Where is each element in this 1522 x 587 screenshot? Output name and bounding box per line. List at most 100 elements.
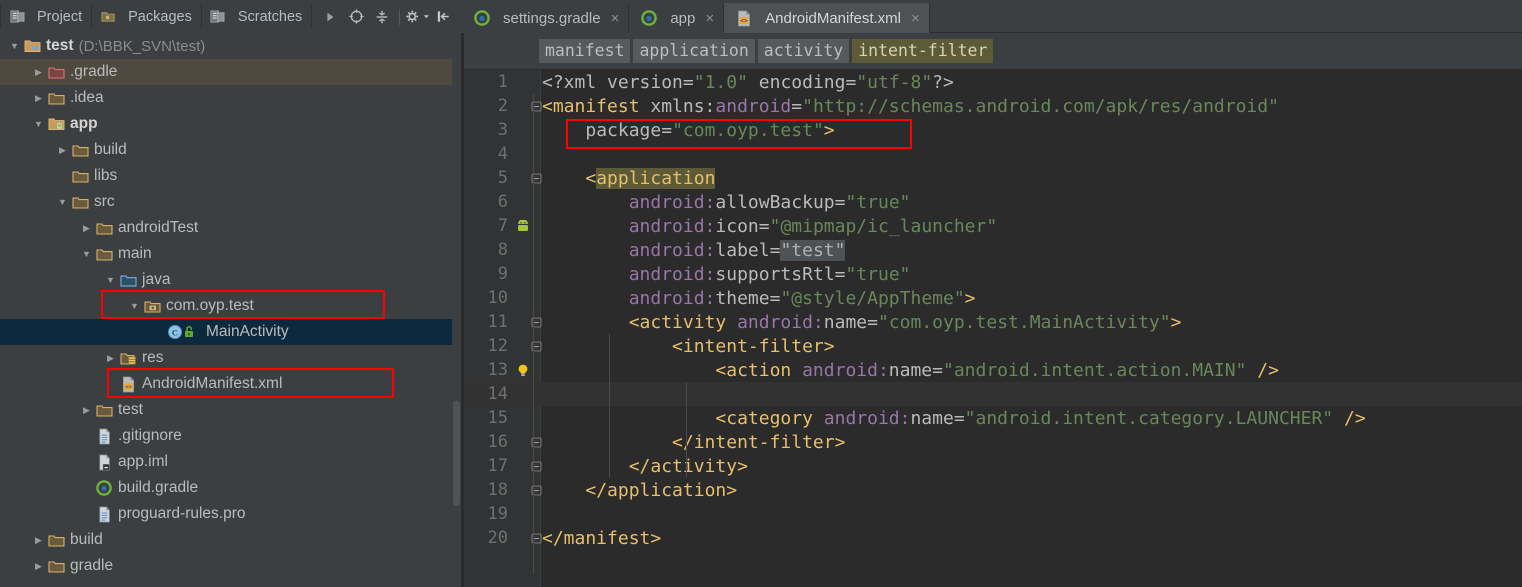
tree-node-main[interactable]: ▼ main (0, 241, 461, 267)
scrollbar-thumb[interactable] (453, 401, 460, 506)
tree-node-java[interactable]: ▼ java (0, 267, 461, 293)
breadcrumb-item-activity[interactable]: activity (757, 39, 850, 63)
chevron-down-icon[interactable]: ▼ (126, 301, 143, 311)
tree-node-com-oyp-test[interactable]: ▼ com.oyp.test (0, 293, 461, 319)
tree-node-androidmanifest-xml[interactable]: ▶ <> AndroidManifest.xml (0, 371, 461, 397)
gradle-icon (473, 10, 491, 26)
hide-panel-button[interactable] (431, 5, 455, 29)
crosshair-icon (349, 9, 364, 24)
code-line-9[interactable]: 9 android:supportsRtl="true" (464, 262, 1522, 286)
code-line-6[interactable]: 6 android:allowBackup="true" (464, 190, 1522, 214)
tree-node-mainactivity[interactable]: ▶ C MainActivity (0, 319, 461, 345)
chevron-down-icon[interactable]: ▼ (102, 275, 119, 285)
tool-tab-packages[interactable]: Packages (92, 4, 202, 29)
code-line-15[interactable]: 15 <category android:name="android.inten… (464, 406, 1522, 430)
code-line-4[interactable]: 4 (464, 142, 1522, 166)
project-tree-scrollbar[interactable] (452, 33, 461, 587)
tree-node-build-gradle[interactable]: ▶ build.gradle (0, 475, 461, 501)
android-studio-window: Project Packages Scratches settings.grad… (0, 0, 1522, 587)
packages-icon (99, 9, 117, 25)
code-line-13[interactable]: 13 <action android:name="android.intent.… (464, 358, 1522, 382)
chevron-right-icon[interactable]: ▶ (30, 67, 47, 78)
tree-node-libs[interactable]: ▶ libs (0, 163, 461, 189)
code-line-18[interactable]: 18 </application> (464, 478, 1522, 502)
tree-node-idea[interactable]: ▶ .idea (0, 85, 461, 111)
chevron-right-icon[interactable]: ▶ (78, 405, 95, 416)
tool-window-tabs: Project Packages Scratches (0, 0, 462, 33)
code-line-2[interactable]: 2 <manifest xmlns:android="http://schemas… (464, 94, 1522, 118)
tree-node-proguard-rules-pro[interactable]: ▶ proguard-rules.pro (0, 501, 461, 527)
tool-tab-project[interactable]: Project (0, 4, 93, 29)
tree-node-label: res (142, 349, 164, 366)
java-class-icon: C (167, 324, 201, 340)
chevron-right-icon[interactable]: ▶ (54, 145, 71, 156)
tree-node-src[interactable]: ▼ src (0, 189, 461, 215)
code-line-11[interactable]: 11 <activity android:name="com.oyp.test.… (464, 310, 1522, 334)
tree-node-app[interactable]: ▼ app (0, 111, 461, 137)
chevron-right-icon[interactable]: ▶ (30, 93, 47, 104)
tree-node-test[interactable]: ▼ test (D:\BBK_SVN\test) (0, 33, 461, 59)
editor-tab-app[interactable]: app × (629, 3, 725, 33)
tree-node-app-iml[interactable]: ▶ app.iml (0, 449, 461, 475)
project-tool-window: ▼ test (D:\BBK_SVN\test) ▶ .gradle ▶ .idea ▼ app… (0, 33, 461, 587)
collapse-all-button[interactable] (370, 5, 394, 29)
code-line-19[interactable]: 19 (464, 502, 1522, 526)
code-line-20[interactable]: 20 </manifest> (464, 526, 1522, 550)
code-line-7[interactable]: 7 android:icon="@mipmap/ic_launcher" (464, 214, 1522, 238)
tree-node-label: gradle (70, 557, 114, 574)
close-icon[interactable]: × (705, 11, 714, 26)
android-module-icon (47, 116, 65, 132)
code-line-text: <?xml version="1.0" encoding="utf-8"?> (542, 71, 954, 93)
chevron-down-icon[interactable]: ▼ (78, 249, 95, 259)
chevron-down-icon[interactable]: ▼ (6, 41, 23, 51)
tree-node-label: src (94, 193, 115, 210)
chevron-down-icon (423, 15, 429, 19)
tree-node-build[interactable]: ▶ build (0, 137, 461, 163)
settings-button[interactable] (405, 5, 429, 29)
chevron-right-icon[interactable]: ▶ (102, 353, 119, 364)
tree-node-gradle[interactable]: ▶ gradle (0, 553, 461, 579)
fold-region-guide (686, 382, 687, 478)
code-line-16[interactable]: 16 </intent-filter> (464, 430, 1522, 454)
close-icon[interactable]: × (911, 11, 920, 26)
editor-tab-app-label: app (670, 9, 696, 27)
line-number: 14 (487, 384, 508, 404)
chevron-right-icon[interactable]: ▶ (30, 561, 47, 572)
editor-tab-androidmanifest-xml[interactable]: <> AndroidManifest.xml × (724, 3, 930, 33)
close-icon[interactable]: × (611, 11, 620, 26)
breadcrumb-item-manifest[interactable]: manifest (539, 39, 631, 63)
breadcrumb-item-application[interactable]: application (633, 39, 755, 63)
source-folder-icon (119, 272, 137, 288)
code-lines: 1 <?xml version="1.0" encoding="utf-8"?> 2… (464, 70, 1522, 550)
tool-tab-scratches[interactable]: Scratches (202, 4, 313, 29)
expand-arrow-button[interactable] (318, 5, 342, 29)
scroll-from-source-button[interactable] (344, 5, 368, 29)
tree-node-gitignore[interactable]: ▶ .gitignore (0, 423, 461, 449)
code-line-14[interactable]: 14 (464, 382, 1522, 406)
tree-node-test[interactable]: ▶ test (0, 397, 461, 423)
tree-node-build[interactable]: ▶ build (0, 527, 461, 553)
chevron-right-icon[interactable]: ▶ (78, 223, 95, 234)
code-line-17[interactable]: 17 </activity> (464, 454, 1522, 478)
code-line-8[interactable]: 8 android:label="test" (464, 238, 1522, 262)
code-line-text: <action android:name="android.intent.act… (715, 359, 1279, 381)
code-line-5[interactable]: 5 <application (464, 166, 1522, 190)
tree-node-gradle[interactable]: ▶ .gradle (0, 59, 461, 85)
editor-tab-settings-gradle[interactable]: settings.gradle × (462, 3, 630, 33)
code-line-12[interactable]: 12 <intent-filter> (464, 334, 1522, 358)
top-bar: Project Packages Scratches settings.grad… (0, 0, 1522, 33)
tree-node-res[interactable]: ▶ res (0, 345, 461, 371)
tree-node-androidtest[interactable]: ▶ androidTest (0, 215, 461, 241)
code-line-10[interactable]: 10 android:theme="@style/AppTheme"> (464, 286, 1522, 310)
code-line-3[interactable]: 3 package="com.oyp.test"> (464, 118, 1522, 142)
chevron-right-icon[interactable]: ▶ (30, 535, 47, 546)
package-icon (143, 298, 161, 314)
code-line-1[interactable]: 1 <?xml version="1.0" encoding="utf-8"?> (464, 70, 1522, 94)
breadcrumb-item-intent-filter[interactable]: intent-filter (852, 39, 994, 63)
tree-node-label: main (118, 245, 152, 262)
breadcrumb: manifest application activity intent-filter (464, 33, 1522, 70)
chevron-down-icon[interactable]: ▼ (54, 197, 71, 207)
chevron-down-icon[interactable]: ▼ (30, 119, 47, 129)
code-editor[interactable]: 1 <?xml version="1.0" encoding="utf-8"?> 2… (464, 70, 1522, 587)
hide-panel-icon (437, 11, 449, 22)
